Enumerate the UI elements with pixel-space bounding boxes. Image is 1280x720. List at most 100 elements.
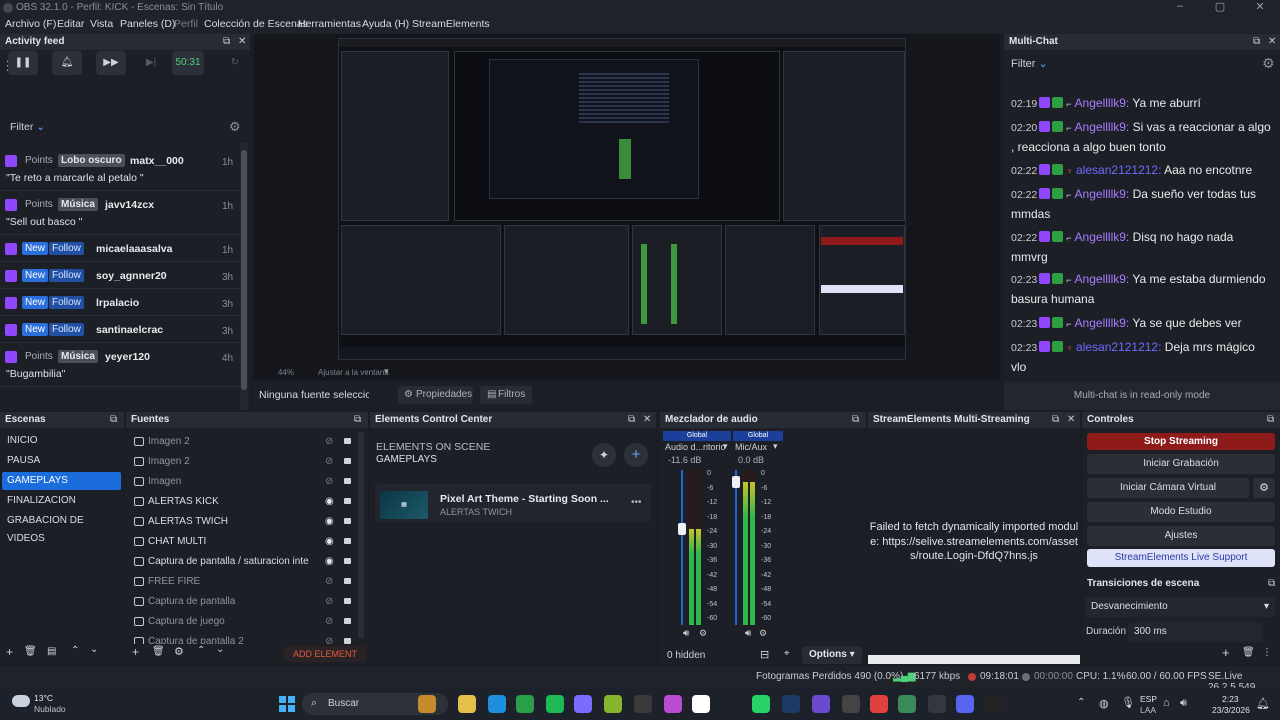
whatsapp-icon[interactable] (752, 695, 770, 713)
menu-item[interactable]: Archivo (F) (5, 18, 56, 30)
feed-username[interactable]: soy_agnner20 (96, 270, 167, 282)
menu-item[interactable]: Editar (57, 18, 84, 30)
fit-to-window-label[interactable]: Ajustar a la ventana (318, 368, 389, 377)
eye-icon[interactable]: ◉ (325, 532, 334, 552)
refresh-icon[interactable]: ↻ (220, 51, 250, 75)
weather-desc[interactable]: Nublado (34, 704, 66, 714)
lock-icon[interactable] (344, 618, 351, 624)
fader-track[interactable] (681, 470, 683, 625)
move-down-icon[interactable]: ⌄ (216, 644, 224, 655)
close-window-button[interactable]: ✕ (1240, 0, 1280, 16)
scene-item[interactable]: GRABACION DE VIDEOS (2, 512, 121, 544)
chat-settings-gear-icon[interactable]: ⚙ (1262, 55, 1275, 72)
scene-item[interactable]: PAUSA (2, 452, 121, 470)
preview-canvas[interactable] (338, 38, 906, 360)
spotify-icon[interactable] (546, 695, 564, 713)
keyboard-layout[interactable]: LAA (1140, 705, 1156, 715)
add-element-button[interactable]: ADD ELEMENT (284, 646, 366, 662)
undock-icon[interactable]: ⧉ (1052, 412, 1059, 428)
source-item[interactable]: Imagen ⊘ (128, 472, 354, 492)
remove-source-icon[interactable]: 🗑︎ (152, 646, 165, 657)
duration-input[interactable]: 300 ms (1128, 622, 1263, 642)
lock-icon[interactable] (344, 578, 351, 584)
channel-dropdown-icon[interactable]: ▾ (773, 441, 778, 452)
studio-mode-button[interactable]: Modo Estudio (1087, 502, 1275, 522)
menu-item[interactable]: Herramientas (298, 18, 361, 30)
source-item[interactable]: FREE FIRE ⊘ (128, 572, 354, 592)
notification-bell-icon[interactable]: 🔔︎ (1256, 697, 1270, 710)
game-icon[interactable] (604, 695, 622, 713)
undock-icon[interactable]: ⧉ (852, 412, 859, 428)
source-properties-gear-icon[interactable]: ⚙ (174, 645, 184, 658)
mixer-layout-icon[interactable]: ⊟ (760, 648, 769, 661)
eye-icon[interactable]: ◉ (325, 512, 334, 532)
chat-username[interactable]: Angellllk9: (1075, 96, 1130, 110)
vcam-settings-gear-icon[interactable]: ⚙ (1253, 478, 1275, 498)
scene-item[interactable]: INICIO (2, 432, 121, 450)
gear-icon[interactable]: ⚙ (759, 628, 767, 639)
source-item[interactable]: ALERTAS TWICH ◉ (128, 512, 354, 532)
add-source-icon[interactable]: + (132, 645, 139, 659)
mixer-link-icon[interactable]: ⌖ (784, 648, 790, 659)
move-down-icon[interactable]: ⌄ (90, 644, 98, 655)
close-dock-icon[interactable]: ✕ (1268, 34, 1276, 50)
source-item[interactable]: Captura de pantalla 2 ⊘ (128, 632, 354, 644)
tray-app-icon[interactable]: ◍ (1099, 697, 1109, 710)
undock-icon[interactable]: ⧉ (1253, 34, 1260, 50)
live-support-button[interactable]: StreamElements Live Support (1087, 549, 1275, 567)
stop-streaming-button[interactable]: Stop Streaming (1087, 433, 1275, 450)
eye-off-icon[interactable]: ⊘ (325, 432, 333, 452)
steam-icon[interactable] (782, 695, 800, 713)
gear-icon[interactable]: ⚙ (699, 628, 707, 639)
more-options-icon[interactable]: ••• (631, 497, 642, 508)
menu-item[interactable]: Ayuda (H) (362, 18, 409, 30)
edge-icon[interactable] (488, 695, 506, 713)
feed-username[interactable]: santinaelcrac (96, 324, 163, 336)
lock-icon[interactable] (344, 518, 351, 524)
lock-icon[interactable] (344, 438, 351, 444)
menu-item[interactable]: Perfil (174, 18, 198, 30)
feed-username[interactable]: matx__000 (130, 155, 184, 167)
menu-item[interactable]: Colección de Escenas (204, 18, 308, 30)
transition-type-select[interactable]: Desvanecimiento ▾ (1085, 597, 1275, 617)
messenger-icon[interactable] (664, 695, 682, 713)
windows-start-icon[interactable] (279, 696, 295, 712)
mixer-options-button[interactable]: Options ▾ (802, 646, 862, 664)
app-icon[interactable] (842, 695, 860, 713)
lock-icon[interactable] (344, 538, 351, 544)
remove-transition-icon[interactable]: 🗑︎ (1242, 647, 1255, 658)
scene-item[interactable]: FINALIZACION (2, 492, 121, 510)
zoom-dropdown-icon[interactable]: ▾ (384, 366, 389, 377)
app-icon[interactable] (812, 695, 830, 713)
lock-icon[interactable] (344, 558, 351, 564)
fader-handle[interactable] (732, 476, 740, 489)
lock-icon[interactable] (344, 478, 351, 484)
chat-username[interactable]: Angellllk9: (1075, 187, 1130, 201)
undock-icon[interactable]: ⧉ (354, 412, 361, 428)
menu-item[interactable]: Vista (90, 18, 113, 30)
clock-time[interactable]: 2:23 (1222, 694, 1239, 704)
start-recording-button[interactable]: Iniciar Grabación (1087, 454, 1275, 474)
clock-date[interactable]: 23/3/2026 (1212, 705, 1250, 715)
close-dock-icon[interactable]: ✕ (643, 412, 651, 428)
undock-icon[interactable]: ⧉ (1268, 578, 1275, 589)
vpn-icon[interactable] (898, 695, 916, 713)
capcut-icon[interactable] (692, 695, 710, 713)
language-code[interactable]: ESP (1140, 694, 1157, 704)
menu-item[interactable]: Paneles (D) (120, 18, 175, 30)
chat-username[interactable]: Angellllk9: (1075, 316, 1130, 330)
chat-filter-button[interactable]: Filter ⌄ (1011, 57, 1048, 70)
minimize-button[interactable]: – (1160, 0, 1200, 16)
move-up-icon[interactable]: ⌃ (71, 645, 79, 656)
undock-icon[interactable]: ⧉ (223, 34, 230, 50)
scene-item[interactable]: GAMEPLAYS (2, 472, 121, 490)
feed-username[interactable]: micaelaaasalva (96, 243, 172, 255)
chrome-icon[interactable] (516, 695, 534, 713)
pause-icon[interactable]: ❚❚ (8, 51, 38, 75)
feed-settings-gear-icon[interactable]: ⚙ (229, 119, 241, 135)
skip-icon[interactable]: ▶▶ (96, 51, 126, 75)
source-item[interactable]: Imagen 2 ⊘ (128, 452, 354, 472)
app-icon[interactable] (986, 695, 1004, 713)
file-explorer-icon[interactable] (458, 695, 476, 713)
eye-off-icon[interactable]: ⊘ (325, 572, 333, 592)
